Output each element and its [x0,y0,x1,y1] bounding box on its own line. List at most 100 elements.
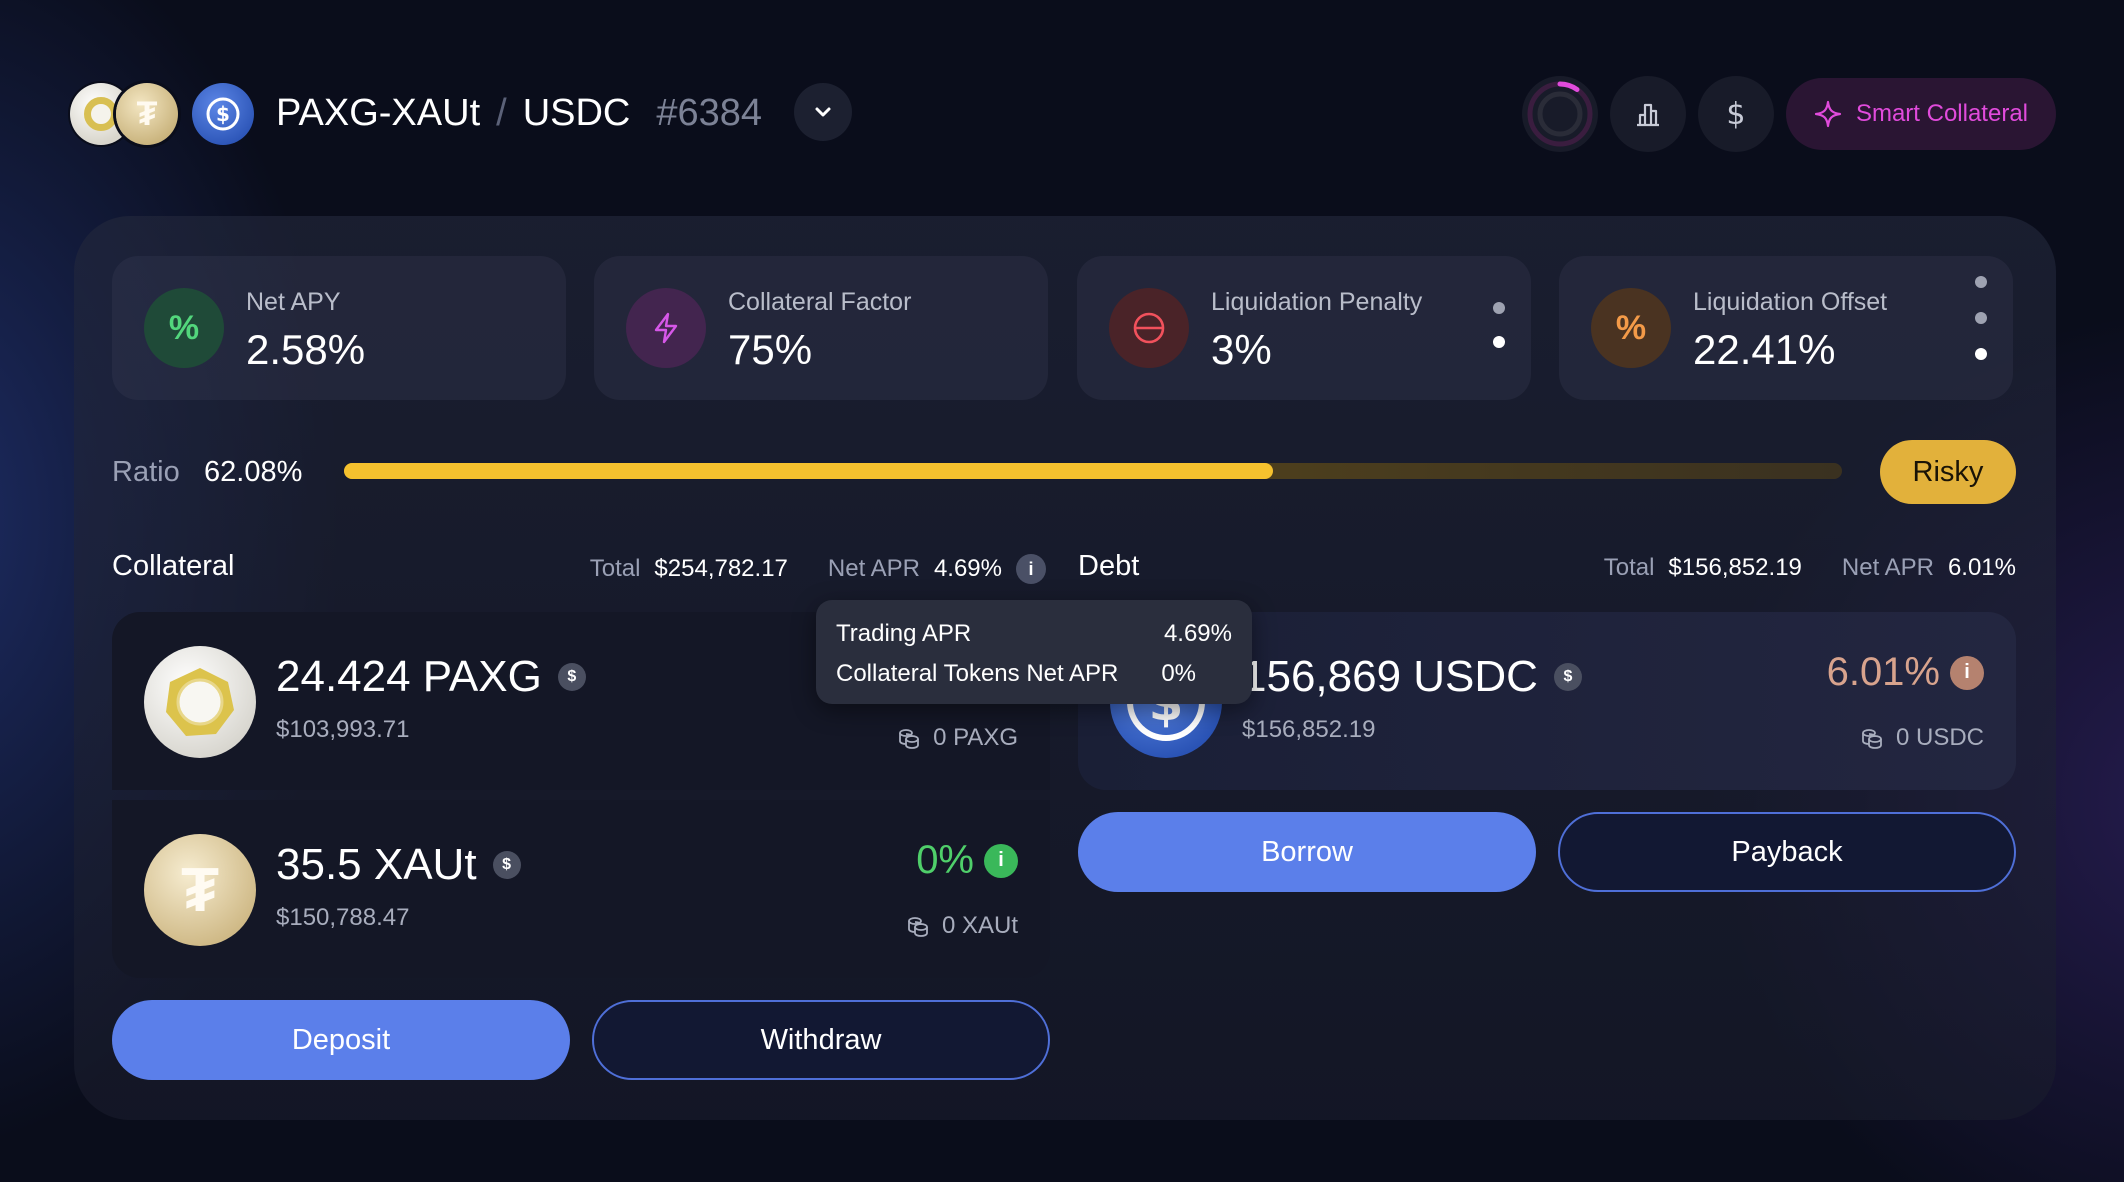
menu-dots[interactable] [1975,276,1987,360]
position-title: PAXG-XAUt / USDC #6384 [276,88,762,138]
asset-apr-value: 0% [916,838,974,882]
withdraw-button[interactable]: Withdraw [592,1000,1050,1080]
stat-value: 22.41% [1693,326,1836,373]
net-apr-tooltip: Trading APR 4.69% Collateral Tokens Net … [816,600,1252,704]
asset-amount: 156,869 USDC $ [1242,652,1582,702]
asset-usd-value: $156,852.19 [1242,716,1376,743]
borrow-button[interactable]: Borrow [1078,812,1536,892]
stat-label: Liquidation Offset [1693,288,1888,316]
stat-label: Liquidation Penalty [1211,288,1423,316]
coins-icon [1862,729,1882,749]
pair-token-icons: ₮ $ [70,81,310,147]
stat-liquidation-penalty: Liquidation Penalty 3% [1077,256,1531,400]
minus-circle-icon [1109,288,1189,368]
menu-dot [1975,312,1987,324]
asset-balance-text: 0 XAUt [941,912,1018,939]
coins-icon [899,729,919,749]
position-header: ₮ $ PAXG-XAUt / USDC #6384 $ Smart Colla… [70,76,2056,152]
asset-wallet-balance: 0 USDC [1860,724,1984,752]
collateral-asset-xaut[interactable]: ₮ 35.5 XAUt $ $150,788.47 0% i 0 XAUt [112,800,1050,978]
ratio-progress-fill [344,463,1273,479]
pagination-dot[interactable] [1493,302,1505,314]
collateral-apr-label: Net APR [827,555,920,582]
svg-text:$: $ [216,102,230,126]
menu-dot [1975,348,1987,360]
smart-collateral-button[interactable]: Smart Collateral [1785,78,2056,150]
ratio-progress-bar [344,463,1842,479]
debt-total-label: Total [1603,554,1655,581]
info-icon[interactable]: i [1950,655,1984,690]
refresh-timer-button[interactable] [1521,76,1598,152]
stat-value: 75% [728,326,813,373]
debt-summary: Total $156,852.19 Net APR 6.01% [1604,554,2016,582]
dollar-badge-icon: $ [557,663,586,691]
info-icon[interactable]: i [1016,554,1046,584]
dollar-icon: $ [1726,96,1746,132]
position-id: #6384 [656,92,763,134]
debt-total-value: $156,852.19 [1668,554,1802,581]
debt-apr-value: 6.01% [1947,554,2016,581]
collateral-total-value: $254,782.17 [654,555,788,582]
percent-icon: % [144,288,224,368]
debt-title: Debt [1078,550,1140,582]
percent-icon: % [1591,288,1671,368]
xaut-token-icon: ₮ [144,834,256,946]
deposit-button[interactable]: Deposit [112,1000,570,1080]
ratio-value: 62.08% [204,456,303,488]
stat-net-apy: % Net APY 2.58% [112,256,566,400]
stat-value: 2.58% [246,326,366,373]
asset-usd-value: $103,993.71 [276,716,410,743]
collateral-apr-value: 4.69% [933,555,1002,582]
quote-token-name: USDC [522,92,631,134]
xaut-token-icon: ₮ [116,83,178,145]
analytics-button[interactable] [1609,76,1686,152]
menu-dot [1975,276,1987,288]
smart-collateral-label: Smart Collateral [1855,100,2028,127]
bar-chart-icon [1636,103,1659,127]
asset-wallet-balance: 0 XAUt [906,912,1018,940]
asset-usd-value: $150,788.47 [276,904,410,931]
tooltip-row: Collateral Tokens Net APR 0% [836,654,1232,694]
asset-amount-text: 35.5 XAUt [276,840,477,889]
pagination-dots [1493,302,1505,348]
asset-apr-value: 6.01% [1826,650,1940,694]
risk-badge: Risky [1880,440,2016,504]
stat-liquidation-offset: % Liquidation Offset 22.41% [1559,256,2013,400]
tooltip-row-label: Collateral Tokens Net APR [836,660,1119,687]
dollar-badge-icon: $ [1553,663,1582,691]
tooltip-row-label: Trading APR [836,620,972,647]
asset-balance-text: 0 USDC [1895,724,1984,751]
dollar-badge-icon: $ [492,851,521,879]
coins-icon [908,917,928,937]
collateral-summary: Total $254,782.17 Net APR 4.69% i [590,554,1046,584]
stat-value: 3% [1211,326,1272,373]
asset-amount: 24.424 PAXG $ [276,652,586,702]
paxg-token-icon [144,646,256,758]
asset-amount-text: 24.424 PAXG [276,652,542,701]
pagination-dot-active[interactable] [1493,336,1505,348]
payback-button[interactable]: Payback [1558,812,2016,892]
usdc-token-icon: $ [192,83,254,145]
asset-balance-text: 0 PAXG [933,724,1018,751]
pair-separator: / [496,92,507,134]
stat-label: Net APY [246,288,341,316]
base-pair-name: PAXG-XAUt [276,92,481,134]
asset-amount: 35.5 XAUt $ [276,840,521,890]
chevron-down-icon [815,107,831,117]
tooltip-row: Trading APR 4.69% [836,614,1232,654]
position-select-button[interactable] [794,83,852,141]
collateral-total-label: Total [589,555,641,582]
stat-label: Collateral Factor [728,288,912,316]
asset-apr: 0% i [916,838,1018,883]
info-icon[interactable]: i [984,843,1018,878]
refresh-timer-icon [1527,81,1593,147]
tooltip-row-value: 0% [1161,660,1196,687]
sparkle-icon [1814,100,1842,128]
lightning-icon [626,288,706,368]
ratio-label: Ratio [112,456,180,488]
stat-collateral-factor: Collateral Factor 75% [594,256,1048,400]
asset-wallet-balance: 0 PAXG [897,724,1018,752]
collateral-title: Collateral [112,550,235,582]
asset-amount-text: 156,869 USDC [1242,652,1538,701]
currency-button[interactable]: $ [1697,76,1774,152]
